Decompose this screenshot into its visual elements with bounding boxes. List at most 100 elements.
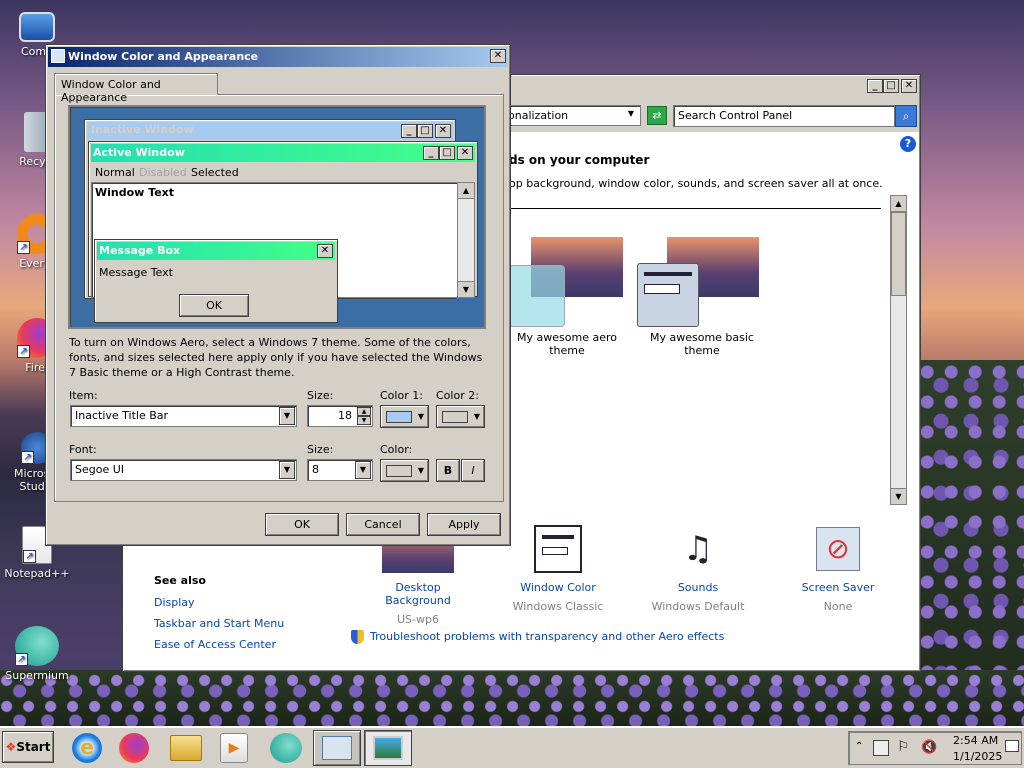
font-color-label: Color: xyxy=(380,443,413,456)
chevron-down-icon[interactable]: ▼ xyxy=(279,461,295,479)
theme-label: My awesome basic theme xyxy=(649,331,754,357)
dialog-app-icon xyxy=(51,49,65,63)
cancel-button[interactable]: Cancel xyxy=(346,513,420,536)
scroll-thumb[interactable] xyxy=(891,212,906,296)
desktop-icon-supermium[interactable]: ↗ Supermium xyxy=(2,626,72,682)
setting-sounds[interactable]: ♫ Sounds Windows Default xyxy=(643,525,753,613)
maximize-icon: □ xyxy=(417,124,433,138)
search-input[interactable]: Search Control Panel xyxy=(673,105,895,127)
theme-list-scrollbar[interactable]: ▲ ▼ xyxy=(890,195,907,505)
see-also-taskbar[interactable]: Taskbar and Start Menu xyxy=(154,617,284,630)
computer-icon xyxy=(19,12,55,42)
scroll-down-icon[interactable]: ▼ xyxy=(891,488,906,504)
shortcut-arrow-icon: ↗ xyxy=(21,451,34,464)
apply-button[interactable]: Apply xyxy=(427,513,501,536)
flag-icon[interactable]: ⚐ xyxy=(897,739,910,755)
chevron-down-icon: ▼ xyxy=(417,466,424,475)
color2-swatch xyxy=(442,411,468,423)
color1-label: Color 1: xyxy=(380,389,423,402)
chevron-down-icon[interactable]: ▼ xyxy=(355,461,371,479)
bold-toggle[interactable]: B xyxy=(436,459,460,482)
show-desktop-icon[interactable] xyxy=(1005,740,1019,752)
dialog-close-button[interactable]: ✕ xyxy=(490,49,506,63)
aero-theme-window xyxy=(509,265,565,327)
troubleshoot-link[interactable]: Troubleshoot problems with transparency … xyxy=(370,630,724,643)
close-icon: ✕ xyxy=(317,244,333,258)
menu-disabled: Disabled xyxy=(139,166,187,179)
item-dropdown[interactable]: Inactive Title Bar ▼ xyxy=(70,405,297,427)
info-text: To turn on Windows Aero, select a Window… xyxy=(69,336,483,379)
msgbox-title: Message Box xyxy=(99,244,181,257)
sounds-icon: ♫ xyxy=(682,529,714,569)
network-icon[interactable] xyxy=(873,740,889,756)
ie-icon[interactable]: e xyxy=(72,733,102,763)
system-tray: ⌃ ⚐ 🔇 2:54 AM 1/1/2025 xyxy=(848,731,1022,765)
cp-minimize-button[interactable]: _ xyxy=(867,79,883,93)
explorer-icon[interactable] xyxy=(170,735,202,761)
supermium-taskbar-icon[interactable] xyxy=(270,733,302,763)
font-dropdown[interactable]: Segoe UI ▼ xyxy=(70,459,297,481)
ok-button[interactable]: OK xyxy=(265,513,339,536)
clock-time[interactable]: 2:54 AM xyxy=(953,734,998,747)
volume-muted-icon[interactable]: 🔇 xyxy=(921,740,937,755)
color2-button[interactable]: ▼ xyxy=(436,405,485,428)
see-also-ease-of-access[interactable]: Ease of Access Center xyxy=(154,638,276,651)
theme-basic[interactable]: My awesome basic theme xyxy=(637,235,767,365)
font-color-swatch xyxy=(386,465,412,477)
breadcrumb: onalization xyxy=(508,109,569,122)
msgbox-ok-button: OK xyxy=(179,294,249,317)
help-icon[interactable]: ? xyxy=(900,136,916,152)
theme-label: My awesome aero theme xyxy=(517,331,617,357)
italic-toggle[interactable]: I xyxy=(461,459,485,482)
appearance-preview[interactable]: Inactive Window _ □ ✕ Active Window _ □ … xyxy=(68,105,486,329)
active-title: Active Window xyxy=(93,146,185,159)
color1-button[interactable]: ▼ xyxy=(380,405,429,428)
font-color-button[interactable]: ▼ xyxy=(380,459,429,482)
font-label: Font: xyxy=(69,443,97,456)
stepper-up-icon[interactable]: ▲ xyxy=(357,407,371,416)
refresh-icon[interactable]: ⇄ xyxy=(647,106,667,125)
firefox-taskbar-icon[interactable] xyxy=(119,733,149,763)
cp-address-bar[interactable]: onalization ▼ xyxy=(503,105,641,126)
size-label: Size: xyxy=(307,389,334,402)
clock-date[interactable]: 1/1/2025 xyxy=(953,750,1002,763)
size-stepper[interactable]: 18 ▲ ▼ xyxy=(307,405,373,427)
chevron-up-icon[interactable]: ⌃ xyxy=(855,741,863,752)
chevron-down-icon: ▼ xyxy=(473,412,480,421)
item-label: Item: xyxy=(69,389,98,402)
display-taskbar-button[interactable] xyxy=(364,730,412,766)
close-icon: ✕ xyxy=(435,124,451,138)
cp-heading: ds on your computer xyxy=(509,153,650,167)
dialog-tab[interactable]: Window Color and Appearance xyxy=(54,73,218,104)
window-text: Window Text xyxy=(95,186,175,199)
stepper-down-icon[interactable]: ▼ xyxy=(357,416,371,425)
media-player-icon[interactable]: ▶ xyxy=(220,733,248,763)
screen-saver-icon: ⊘ xyxy=(816,527,860,571)
color2-label: Color 2: xyxy=(436,389,479,402)
msgbox-text: Message Text xyxy=(99,266,173,279)
scroll-up-icon: ▲ xyxy=(458,183,474,199)
chevron-down-icon[interactable]: ▼ xyxy=(279,407,295,425)
font-size-dropdown[interactable]: 8 ▼ xyxy=(307,459,373,481)
basic-theme-window xyxy=(637,263,699,327)
setting-screen-saver[interactable]: ⊘ Screen Saver None xyxy=(783,525,893,613)
shortcut-arrow-icon: ↗ xyxy=(17,241,30,254)
cp-close-button[interactable]: ✕ xyxy=(901,79,917,93)
start-button[interactable]: ❖Start xyxy=(2,731,54,763)
see-also-display[interactable]: Display xyxy=(154,596,195,609)
cp-maximize-button[interactable]: □ xyxy=(883,79,899,93)
dialog-title: Window Color and Appearance xyxy=(68,50,259,63)
supermium-icon: ↗ xyxy=(15,626,59,666)
close-icon: ✕ xyxy=(457,146,473,160)
scroll-up-icon[interactable]: ▲ xyxy=(891,196,906,212)
preview-scrollbar: ▲ ▼ xyxy=(457,183,474,297)
theme-list-divider xyxy=(509,208,881,209)
minimize-icon: _ xyxy=(423,146,439,160)
control-panel-taskbar-button[interactable] xyxy=(313,730,361,766)
setting-window-color[interactable]: Window Color Windows Classic xyxy=(503,525,613,613)
taskbar: ❖Start e ▶ ⌃ ⚐ 🔇 2:54 AM 1/1/2025 xyxy=(0,726,1024,768)
theme-aero[interactable]: My awesome aero theme xyxy=(509,235,629,365)
chevron-down-icon[interactable]: ▼ xyxy=(628,109,634,118)
see-also-title: See also xyxy=(154,574,206,587)
search-icon[interactable]: ⌕ xyxy=(895,105,917,127)
